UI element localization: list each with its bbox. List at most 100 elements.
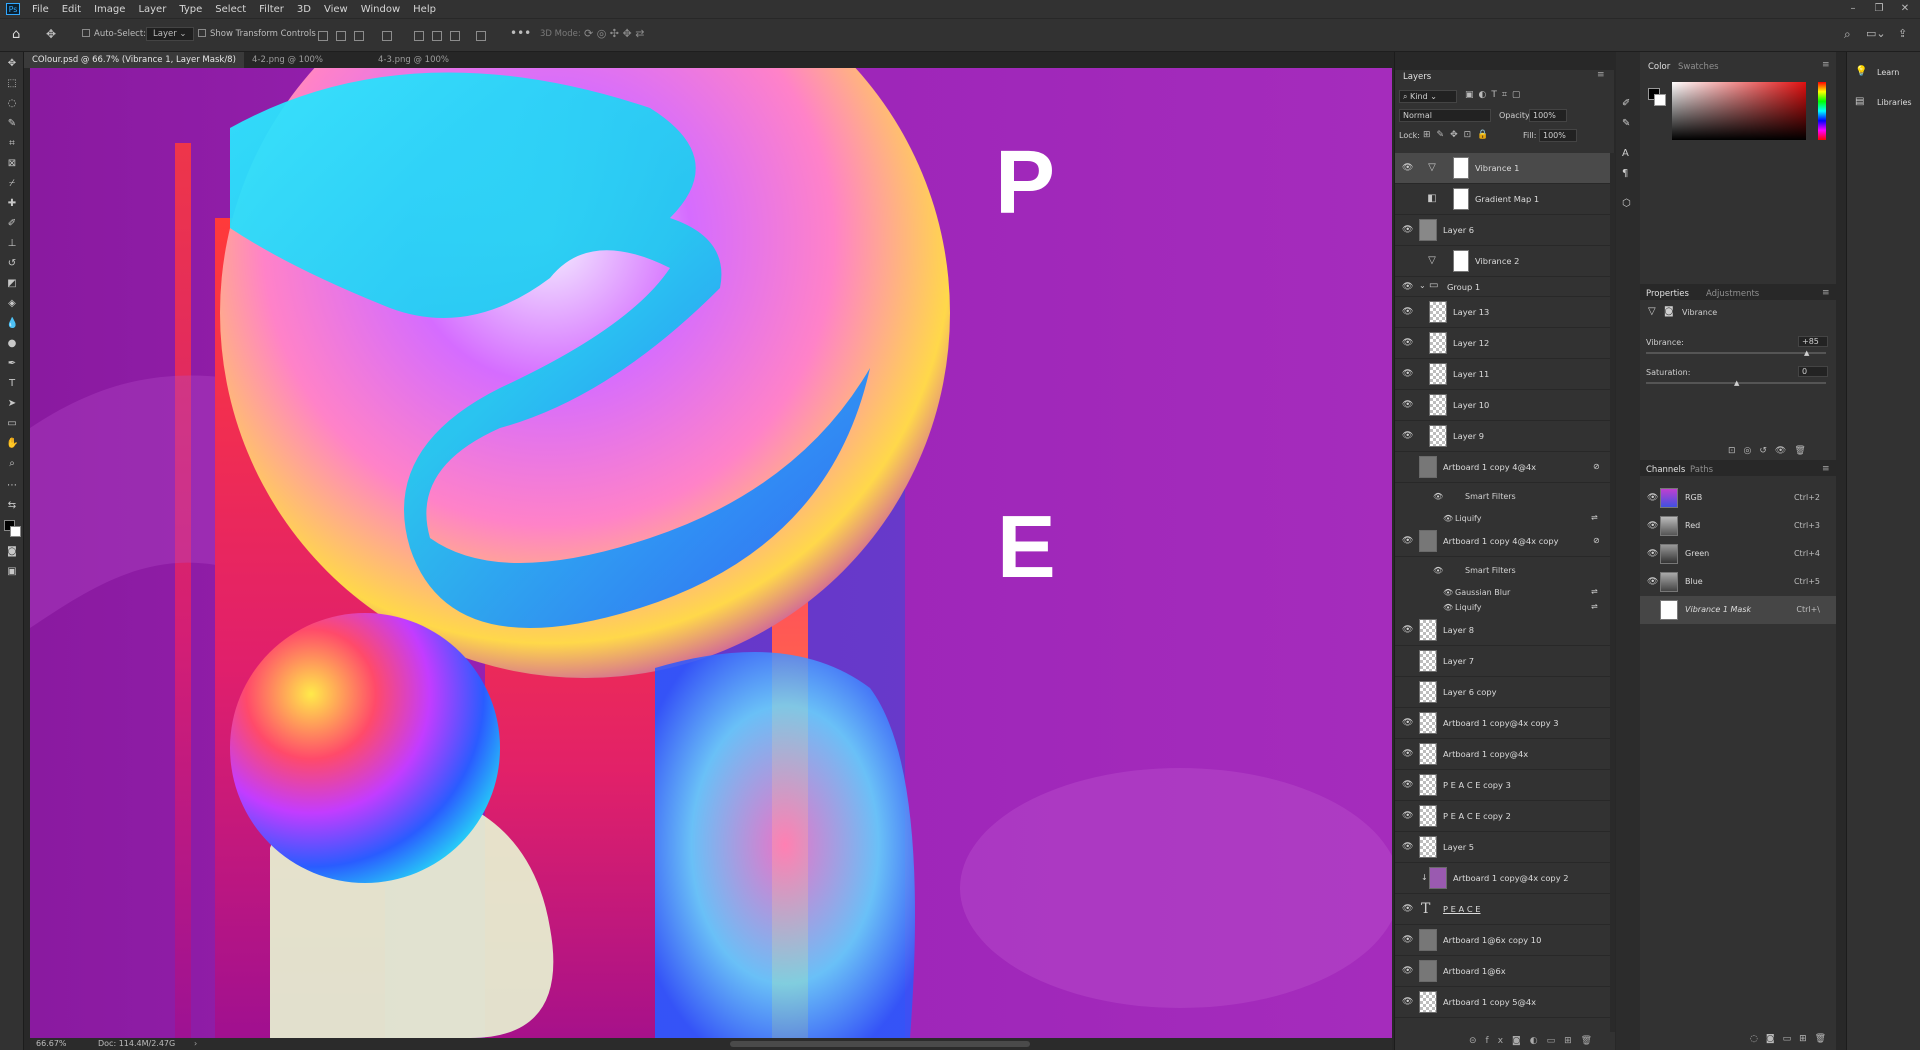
menu-edit[interactable]: Edit	[62, 4, 81, 15]
menu-view[interactable]: View	[324, 4, 348, 15]
visibility-eye-icon[interactable]: 👁	[1402, 225, 1413, 235]
move-tool-icon[interactable]: ✥	[46, 27, 56, 41]
color-tab[interactable]: Color	[1648, 62, 1670, 72]
align-left-icon[interactable]	[318, 31, 328, 41]
visibility-eye-icon[interactable]: 👁	[1402, 282, 1413, 292]
visibility-eye-icon[interactable]: 👁	[1402, 718, 1413, 728]
align-middle-icon[interactable]	[432, 31, 442, 41]
dodge-tool-icon[interactable]: ●	[6, 338, 18, 350]
background-color-swatch[interactable]	[10, 526, 21, 537]
crop-tool-icon[interactable]: ⌗	[6, 138, 18, 150]
visibility-eye-icon[interactable]: 👁	[1443, 603, 1453, 612]
visibility-eye-icon[interactable]: 👁	[1647, 493, 1658, 503]
lasso-tool-icon[interactable]: ◌	[6, 98, 18, 110]
channel-row[interactable]: 👁 Green Ctrl+4	[1640, 540, 1836, 568]
path-select-icon[interactable]: ➤	[6, 398, 18, 410]
layer-row[interactable]: 👁 Artboard 1 copy 5@4x	[1395, 987, 1610, 1018]
layers-footer-icons[interactable]: ⊝fx◙◐▭⊞🗑	[1395, 1032, 1615, 1050]
transform-controls-checkbox[interactable]: Show Transform Controls	[198, 29, 316, 39]
paragraph-panel-icon[interactable]: ¶	[1622, 168, 1628, 179]
layer-row[interactable]: 👁 Artboard 1 copy 4@4x copy ⊘	[1395, 526, 1610, 557]
layer-row[interactable]: 👁 Layer 11	[1395, 359, 1610, 390]
visibility-eye-icon[interactable]: 👁	[1402, 163, 1413, 173]
visibility-eye-icon[interactable]: 👁	[1402, 749, 1413, 759]
blur-tool-icon[interactable]: 💧	[6, 318, 18, 330]
visibility-eye-icon[interactable]: 👁	[1433, 566, 1443, 575]
paths-tab[interactable]: Paths	[1690, 465, 1713, 475]
document-tab[interactable]: 4-2.png @ 100% (RGB/8)✕	[244, 52, 370, 81]
frame-tool-icon[interactable]: ⊠	[6, 158, 18, 170]
eyedropper-icon[interactable]: ⌿	[6, 178, 18, 190]
menu-layer[interactable]: Layer	[138, 4, 166, 15]
move-tool-icon[interactable]: ✥	[6, 58, 18, 70]
visibility-eye-icon[interactable]: 👁	[1443, 588, 1453, 597]
layer-row[interactable]: Artboard 1 copy 4@4x ⊘	[1395, 452, 1610, 483]
layer-mask-thumbnail[interactable]	[1453, 157, 1469, 179]
restore-icon[interactable]: ❐	[1868, 0, 1890, 18]
layer-row[interactable]: 👁 Layer 13	[1395, 297, 1610, 328]
menu-select[interactable]: Select	[215, 4, 246, 15]
rectangle-tool-icon[interactable]: ▭	[6, 418, 18, 430]
channel-row[interactable]: Vibrance 1 Mask Ctrl+\	[1640, 596, 1836, 624]
panel-menu-icon[interactable]: ≡	[1822, 288, 1830, 298]
layer-row[interactable]: 👁 Layer 12	[1395, 328, 1610, 359]
panel-menu-icon[interactable]: ≡	[1597, 70, 1605, 80]
smart-filter-item[interactable]: 👁 Gaussian Blur ⇌	[1395, 585, 1610, 600]
zoom-tool-icon[interactable]: ⌕	[6, 458, 18, 470]
blend-mode-dropdown[interactable]: Normal	[1399, 109, 1491, 122]
menu-file[interactable]: File	[32, 4, 49, 15]
layer-mask-thumbnail[interactable]	[1453, 188, 1469, 210]
visibility-eye-icon[interactable]: 👁	[1443, 514, 1453, 523]
workspace-icon[interactable]: ▭⌄	[1866, 27, 1886, 40]
filter-options-icon[interactable]: ⇌	[1591, 587, 1598, 596]
visibility-eye-icon[interactable]: 👁	[1402, 431, 1413, 441]
panel-menu-icon[interactable]: ≡	[1822, 60, 1830, 70]
visibility-eye-icon[interactable]: 👁	[1647, 549, 1658, 559]
vibrance-value[interactable]: +85	[1798, 336, 1828, 347]
layer-row[interactable]: 👁 Artboard 1@6x copy 10	[1395, 925, 1610, 956]
visibility-eye-icon[interactable]: 👁	[1402, 338, 1413, 348]
hue-slider[interactable]	[1818, 82, 1826, 140]
menu-help[interactable]: Help	[413, 4, 436, 15]
minimize-icon[interactable]: –	[1842, 0, 1864, 18]
history-brush-icon[interactable]: ↺	[6, 258, 18, 270]
smart-filters-row[interactable]: 👁 Smart Filters	[1395, 557, 1610, 585]
layer-row[interactable]: Layer 6 copy	[1395, 677, 1610, 708]
align-center-icon[interactable]	[336, 31, 346, 41]
layers-scrollbar[interactable]	[1610, 153, 1615, 1032]
channel-row[interactable]: 👁 RGB Ctrl+2	[1640, 484, 1836, 512]
menu-window[interactable]: Window	[361, 4, 400, 15]
lock-icons[interactable]: ⊞✎✥⊡🔒	[1423, 130, 1494, 140]
adjustments-tab[interactable]: Adjustments	[1706, 289, 1759, 299]
document-canvas[interactable]: P E	[30, 68, 1392, 1038]
channel-row[interactable]: 👁 Blue Ctrl+5	[1640, 568, 1836, 596]
document-tab[interactable]: COlour.psd @ 66.7% (Vibrance 1, Layer Ma…	[24, 52, 244, 81]
visibility-eye-icon[interactable]: 👁	[1402, 966, 1413, 976]
more-options-icon[interactable]: •••	[510, 26, 531, 40]
menu-image[interactable]: Image	[94, 4, 125, 15]
layer-row[interactable]: 👁 Layer 10	[1395, 390, 1610, 421]
swap-colors-icon[interactable]: ⇆	[6, 500, 18, 512]
layer-row[interactable]: ↓ Artboard 1 copy@4x copy 2	[1395, 863, 1610, 894]
visibility-eye-icon[interactable]: 👁	[1402, 307, 1413, 317]
type-tool-icon[interactable]: T	[6, 378, 18, 390]
saturation-slider-thumb[interactable]: ▲	[1734, 379, 1739, 387]
document-tab[interactable]: 4-3.png @ 100% (RGB/8)✕	[370, 52, 496, 81]
layer-row[interactable]: 👁 Artboard 1@6x	[1395, 956, 1610, 987]
smart-filter-item[interactable]: 👁 Liquify ⇌	[1395, 600, 1610, 615]
healing-brush-icon[interactable]: ✚	[6, 198, 18, 210]
align-bottom-icon[interactable]	[450, 31, 460, 41]
visibility-eye-icon[interactable]: 👁	[1402, 625, 1413, 635]
properties-footer-icons[interactable]: ⊡◎↺👁🗑	[1728, 446, 1814, 456]
color-field[interactable]	[1672, 82, 1806, 140]
quick-select-icon[interactable]: ✎	[6, 118, 18, 130]
auto-select-target-dropdown[interactable]: Layer ⌄	[146, 27, 194, 41]
zoom-level[interactable]: 66.67%	[36, 1038, 67, 1050]
distribute-icon[interactable]	[382, 31, 392, 41]
swatches-tab[interactable]: Swatches	[1678, 62, 1719, 72]
menu-filter[interactable]: Filter	[259, 4, 284, 15]
eraser-tool-icon[interactable]: ◩	[6, 278, 18, 290]
layer-row[interactable]: 👁 Layer 6	[1395, 215, 1610, 246]
saturation-value[interactable]: 0	[1798, 366, 1828, 377]
visibility-eye-icon[interactable]: 👁	[1647, 577, 1658, 587]
